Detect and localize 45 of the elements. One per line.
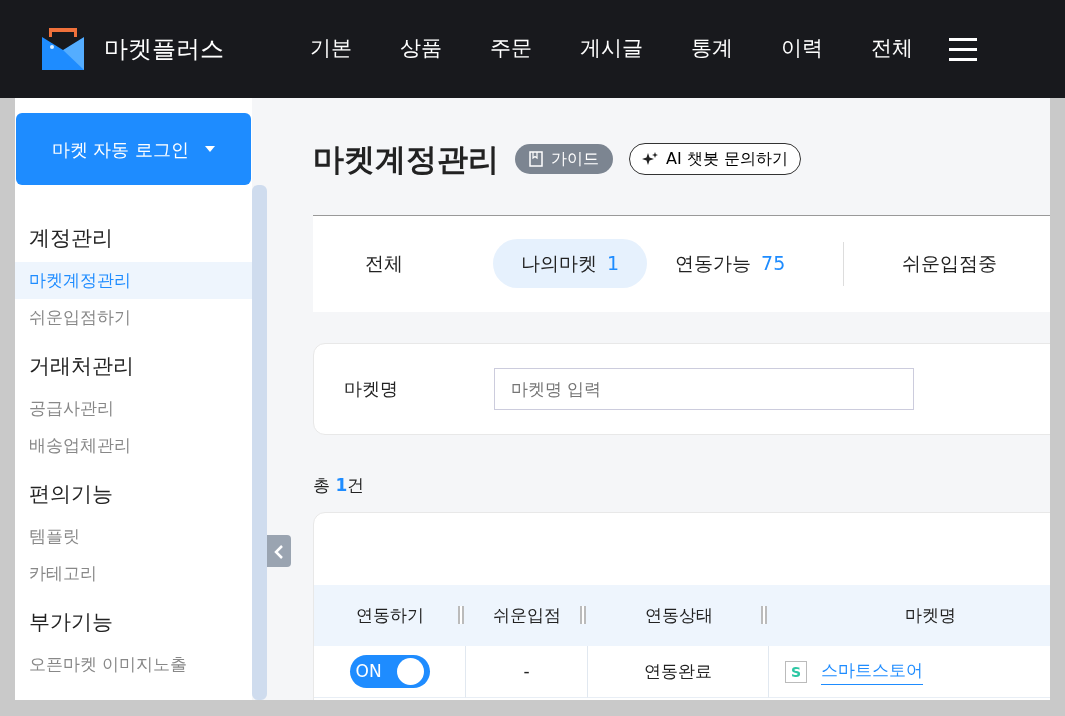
sidebar-item[interactable]: 카테고리 — [15, 555, 252, 592]
filter-tab[interactable]: 쉬운입점중 — [874, 239, 1026, 288]
scrollbar-thumb[interactable] — [252, 185, 267, 700]
sidebar-section-title: 부가기능 — [28, 609, 114, 636]
table-cell-text: - — [523, 659, 530, 683]
sidebar-item[interactable]: 오픈마켓 이미지노출 — [15, 646, 252, 683]
column-header: 연동상태 — [644, 603, 713, 627]
column-header: 연동하기 — [356, 603, 424, 627]
filter-tab[interactable]: 연동가능 75 — [647, 239, 814, 288]
column-resize-handle[interactable] — [580, 606, 586, 624]
table-cell-text: 연동완료 — [644, 659, 712, 683]
column-resize-handle[interactable] — [458, 606, 464, 624]
ai-chatbot-button[interactable]: AI 챗봇 문의하기 — [629, 143, 801, 176]
market-logo-icon: S — [785, 660, 807, 683]
sidebar-item[interactable]: 배송업체관리 — [15, 427, 252, 464]
filter-tab[interactable]: 나의마켓 1 — [493, 239, 648, 288]
column-header: 마켓명 — [905, 603, 956, 627]
filter-tab[interactable]: 전체 — [337, 239, 431, 288]
nav-link[interactable]: 기본 — [286, 33, 376, 65]
sidebar-item[interactable]: 쉬운입점하기 — [15, 299, 252, 336]
nav-link[interactable]: 게시글 — [556, 33, 667, 65]
total-count: 총 1건 — [313, 473, 366, 497]
nav-link[interactable]: 상품 — [376, 33, 466, 65]
nav-link[interactable]: 이력 — [757, 33, 847, 65]
column-resize-handle[interactable] — [761, 606, 767, 624]
sidebar-section-title: 편의기능 — [28, 481, 114, 508]
page-title: 마켓계정관리 — [313, 140, 499, 179]
nav-link[interactable]: 통계 — [667, 33, 757, 65]
sidebar-section-title: 거래처관리 — [28, 353, 135, 380]
sidebar-item[interactable]: 공급사관리 — [15, 390, 252, 427]
market-name-label: 마켓명 — [344, 377, 399, 401]
menu-icon[interactable] — [949, 37, 977, 61]
column-header: 쉬운입점 — [493, 603, 561, 627]
caret-down-icon — [205, 146, 216, 152]
chevron-left-icon — [274, 544, 284, 559]
nav-link[interactable]: 주문 — [466, 33, 556, 65]
sidebar-section-title: 계정관리 — [28, 225, 114, 252]
market-name-input[interactable]: 마켓명 입력 — [494, 367, 914, 410]
book-icon — [529, 151, 543, 168]
sidebar-item[interactable]: 템플릿 — [15, 518, 252, 555]
collapse-sidebar-button[interactable] — [267, 535, 291, 567]
nav-link[interactable]: 전체 — [847, 33, 937, 65]
brand-name: 마켓플러스 — [104, 34, 224, 65]
guide-button[interactable]: 가이드 — [515, 144, 613, 175]
shopping-bag-logo-icon — [42, 28, 84, 70]
